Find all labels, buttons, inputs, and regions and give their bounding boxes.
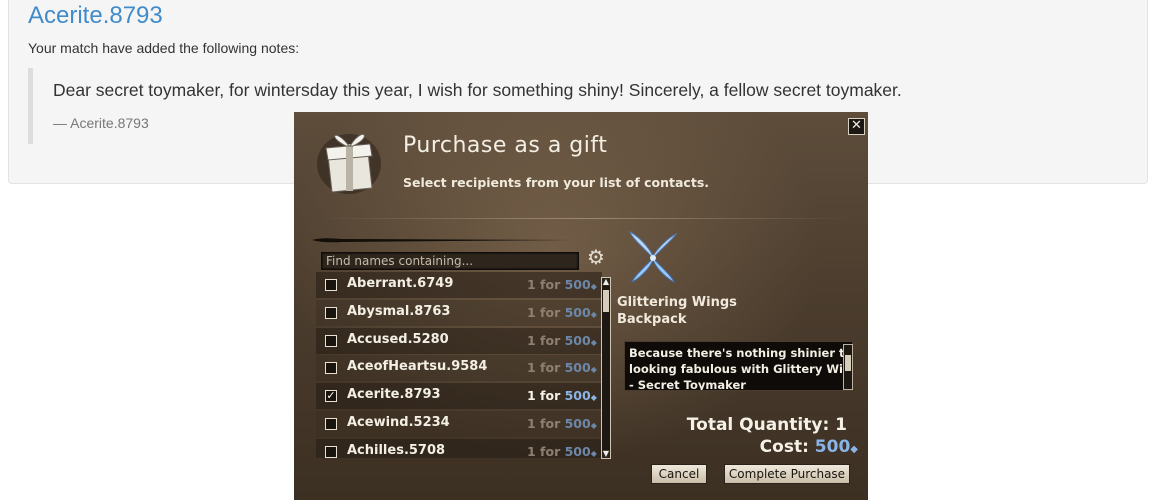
contact-row[interactable]: Acewind.5234 1 for 500◆ (316, 411, 602, 437)
price-value: 500 (564, 360, 591, 375)
price-value: 500 (564, 305, 591, 320)
contact-name: Abysmal.8763 (347, 304, 451, 319)
dialog-divider (316, 218, 856, 219)
total-quantity: Total Quantity: 1 (686, 415, 847, 435)
dialog-title: Purchase as a gift (403, 133, 608, 158)
contact-checkbox[interactable] (325, 418, 337, 430)
contact-price: 1 for 500◆ (527, 388, 597, 403)
contact-row[interactable]: Aberrant.6749 1 for 500◆ (316, 272, 602, 298)
gift-note-textarea[interactable]: Because there's nothing shinier than loo… (624, 341, 853, 391)
contact-price: 1 for 500◆ (527, 333, 597, 348)
cost-value: 500 (814, 437, 851, 457)
contact-name: Achilles.5708 (347, 443, 446, 458)
contact-row[interactable]: ✓ Acerite.8793 1 for 500◆ (316, 383, 602, 409)
note-scrollbar[interactable] (843, 344, 853, 390)
qty-label: 1 for (527, 277, 561, 292)
gem-icon: ◆ (590, 449, 597, 458)
match-name-link[interactable]: Acerite.8793 (28, 2, 163, 30)
notes-quote-footer: — Acerite.8793 (53, 115, 149, 131)
price-value: 500 (564, 416, 591, 431)
item-name: Glittering Wings Backpack (617, 295, 737, 327)
qty-label: 1 for (527, 416, 561, 431)
notes-quote-text: Dear secret toymaker, for wintersday thi… (53, 80, 902, 100)
contact-row[interactable]: AceofHeartsu.9584 1 for 500◆ (316, 355, 602, 381)
cancel-button[interactable]: Cancel (651, 464, 707, 484)
contact-name: AceofHeartsu.9584 (347, 359, 488, 374)
cost-row: Cost: 500◆ (760, 437, 858, 457)
contact-price: 1 for 500◆ (527, 360, 597, 375)
contact-price: 1 for 500◆ (527, 444, 597, 458)
contact-checkbox[interactable] (325, 362, 337, 374)
dialog-subtitle: Select recipients from your list of cont… (403, 175, 710, 190)
contact-checkbox[interactable] (325, 446, 337, 458)
contact-row[interactable]: Abysmal.8763 1 for 500◆ (316, 300, 602, 326)
contact-price: 1 for 500◆ (527, 305, 597, 320)
contact-name: Acerite.8793 (347, 387, 441, 402)
gift-purchase-dialog: ✕ Purchase as a gift Select recipients f… (294, 112, 868, 500)
contact-checkbox[interactable] (325, 307, 337, 319)
close-button[interactable]: ✕ (848, 118, 865, 135)
ink-brush-stroke (312, 238, 572, 243)
cost-label: Cost: (759, 437, 809, 457)
match-notes-intro: Your match have added the following note… (28, 40, 300, 56)
qty-label: 1 for (527, 360, 561, 375)
gem-icon: ◆ (590, 421, 597, 430)
complete-purchase-button[interactable]: Complete Purchase (724, 464, 850, 484)
scroll-up-icon[interactable]: ▲ (602, 278, 610, 286)
contact-checkbox[interactable] (325, 335, 337, 347)
glittering-wings-icon (629, 231, 678, 283)
contact-list: Aberrant.6749 1 for 500◆ Abysmal.8763 1 … (316, 272, 602, 458)
gem-icon: ◆ (590, 310, 597, 319)
gem-icon: ◆ (590, 393, 597, 402)
scrollbar-thumb[interactable] (603, 290, 609, 312)
contact-name: Acewind.5234 (347, 415, 450, 430)
price-value: 500 (564, 277, 591, 292)
contact-row[interactable]: Accused.5280 1 for 500◆ (316, 328, 602, 354)
contact-search-input[interactable] (321, 252, 579, 270)
qty-label: 1 for (527, 444, 561, 458)
qty-label: 1 for (527, 388, 561, 403)
price-value: 500 (564, 333, 591, 348)
qty-label: 1 for (527, 305, 561, 320)
qty-label: 1 for (527, 333, 561, 348)
gem-icon: ◆ (590, 282, 597, 291)
contact-row[interactable]: Achilles.5708 1 for 500◆ (316, 439, 602, 458)
gem-icon: ◆ (590, 365, 597, 374)
gem-icon: ◆ (590, 338, 597, 347)
contact-price: 1 for 500◆ (527, 277, 597, 292)
contact-name: Aberrant.6749 (347, 276, 454, 291)
scroll-down-icon[interactable]: ▼ (602, 450, 610, 458)
price-value: 500 (564, 444, 591, 458)
contact-price: 1 for 500◆ (527, 416, 597, 431)
gem-icon: ◆ (850, 444, 858, 455)
contact-name: Accused.5280 (347, 332, 449, 347)
contact-list-scrollbar[interactable]: ▲ ▼ (601, 277, 611, 459)
gear-icon[interactable]: ⚙ (587, 245, 605, 269)
contact-checkbox[interactable] (325, 279, 337, 291)
gift-box-icon (317, 134, 381, 194)
scrollbar-thumb[interactable] (845, 355, 851, 371)
price-value: 500 (564, 388, 591, 403)
contact-checkbox[interactable]: ✓ (325, 390, 337, 402)
